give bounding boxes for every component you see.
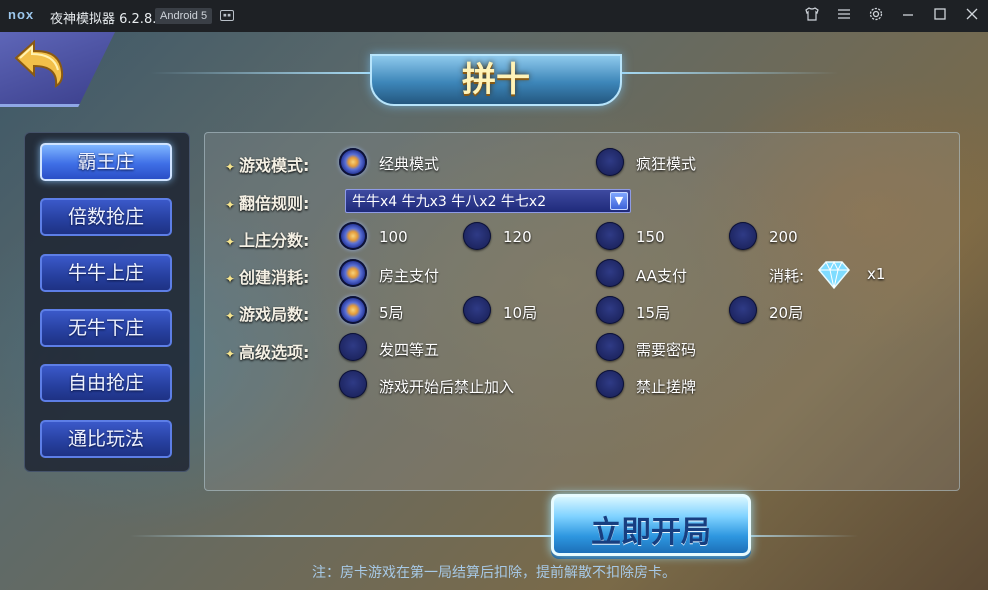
game-screen: 拼十 霸王庄 倍数抢庄 牛牛上庄 无牛下庄 自由抢庄 通比玩法 ✦ 游戏模式: 经… [0, 32, 988, 590]
radio-rounds-15[interactable] [596, 296, 624, 324]
close-icon[interactable] [962, 6, 982, 26]
option-label: 15局 [636, 304, 671, 322]
gear-icon[interactable] [866, 6, 886, 26]
start-game-label: 立即开局 [591, 515, 711, 550]
sidebar-item-bawangzhuang[interactable]: 霸王庄 [40, 143, 172, 181]
radio-rounds-20[interactable] [729, 296, 757, 324]
android-version-badge: Android 5 [155, 8, 213, 24]
option-label: 150 [636, 228, 665, 246]
sidebar-item-wuniuxiazhuang[interactable]: 无牛下庄 [40, 309, 172, 347]
keyboard-icon[interactable]: ▪▪ [220, 10, 234, 21]
page-title: 拼十 [462, 60, 530, 100]
radio-score-100[interactable] [339, 222, 367, 250]
radio-score-120[interactable] [463, 222, 491, 250]
option-label: 20局 [769, 304, 804, 322]
multiplier-rule-dropdown[interactable]: 牛牛x4 牛九x3 牛八x2 牛七x2 ▼ [345, 189, 631, 213]
option-label: 游戏开始后禁止加入 [379, 378, 515, 396]
advanced-options-label: ✦ 高级选项: [225, 343, 310, 362]
rounds-label: ✦ 游戏局数: [225, 305, 310, 324]
radio-rounds-5[interactable] [339, 296, 367, 324]
option-label: 经典模式 [379, 155, 440, 173]
spark-icon: ✦ [225, 309, 236, 323]
spark-icon: ✦ [225, 272, 236, 286]
checkbox-no-join-after-start[interactable] [339, 370, 367, 398]
sidebar-item-niuniushangzhuang[interactable]: 牛牛上庄 [40, 254, 172, 292]
sidebar-item-tongbiwanfa[interactable]: 通比玩法 [40, 420, 172, 458]
checkbox-fa-si-deng-wu[interactable] [339, 333, 367, 361]
options-panel: ✦ 游戏模式: 经典模式 疯狂模式 ✦ 翻倍规则: 牛牛x4 牛九x3 牛八x2 牛… [204, 132, 960, 491]
game-mode-label: ✦ 游戏模式: [225, 156, 310, 175]
start-game-button[interactable]: 立即开局 [551, 494, 751, 556]
option-label: 房主支付 [379, 267, 440, 285]
option-label: 需要密码 [636, 341, 697, 359]
minimize-icon[interactable] [898, 6, 918, 26]
radio-owner-pays[interactable] [339, 259, 367, 287]
mode-sidebar: 霸王庄 倍数抢庄 牛牛上庄 无牛下庄 自由抢庄 通比玩法 [24, 132, 190, 472]
window-title: 夜神模拟器 6.2.8.1 [50, 12, 165, 27]
radio-aa-pays[interactable] [596, 259, 624, 287]
banker-score-label: ✦ 上庄分数: [225, 231, 310, 250]
cost-value: x1 [867, 265, 886, 283]
nox-logo: nox [8, 7, 35, 22]
back-arrow-icon[interactable] [10, 38, 70, 88]
title-deco-right [618, 72, 838, 74]
sidebar-item-ziyouqiangzhuang[interactable]: 自由抢庄 [40, 364, 172, 402]
option-label: 疯狂模式 [636, 155, 697, 173]
spark-icon: ✦ [225, 235, 236, 249]
checkbox-require-password[interactable] [596, 333, 624, 361]
option-label: 发四等五 [379, 341, 440, 359]
option-label: 200 [769, 228, 798, 246]
radio-classic-mode[interactable] [339, 148, 367, 176]
option-label: 10局 [503, 304, 538, 322]
checkbox-no-card-rubbing[interactable] [596, 370, 624, 398]
radio-score-200[interactable] [729, 222, 757, 250]
option-label: 100 [379, 228, 408, 246]
option-label: 120 [503, 228, 532, 246]
sidebar-item-beishuqiangzhuang[interactable]: 倍数抢庄 [40, 198, 172, 236]
maximize-icon[interactable] [930, 6, 950, 26]
room-card-note: 注：房卡游戏在第一局结算后扣除，提前解散不扣除房卡。 [312, 565, 676, 581]
radio-crazy-mode[interactable] [596, 148, 624, 176]
radio-rounds-10[interactable] [463, 296, 491, 324]
dropdown-value: 牛牛x4 牛九x3 牛八x2 牛七x2 [352, 194, 547, 210]
spark-icon: ✦ [225, 198, 236, 212]
diamond-icon [817, 260, 851, 290]
option-label: AA支付 [636, 267, 687, 285]
shirt-icon[interactable] [802, 6, 822, 26]
cost-label: 消耗: [769, 267, 805, 285]
option-label: 禁止搓牌 [636, 378, 697, 396]
spark-icon: ✦ [225, 347, 236, 361]
multiplier-rule-label: ✦ 翻倍规则: [225, 194, 310, 213]
chevron-down-icon[interactable]: ▼ [610, 192, 628, 210]
title-deco-left [150, 72, 370, 74]
spark-icon: ✦ [225, 160, 236, 174]
create-cost-label: ✦ 创建消耗: [225, 268, 310, 287]
option-label: 5局 [379, 304, 404, 322]
emulator-titlebar: nox 夜神模拟器 6.2.8.1 Android 5 ▪▪ [0, 0, 988, 32]
radio-score-150[interactable] [596, 222, 624, 250]
menu-icon[interactable] [834, 6, 854, 26]
